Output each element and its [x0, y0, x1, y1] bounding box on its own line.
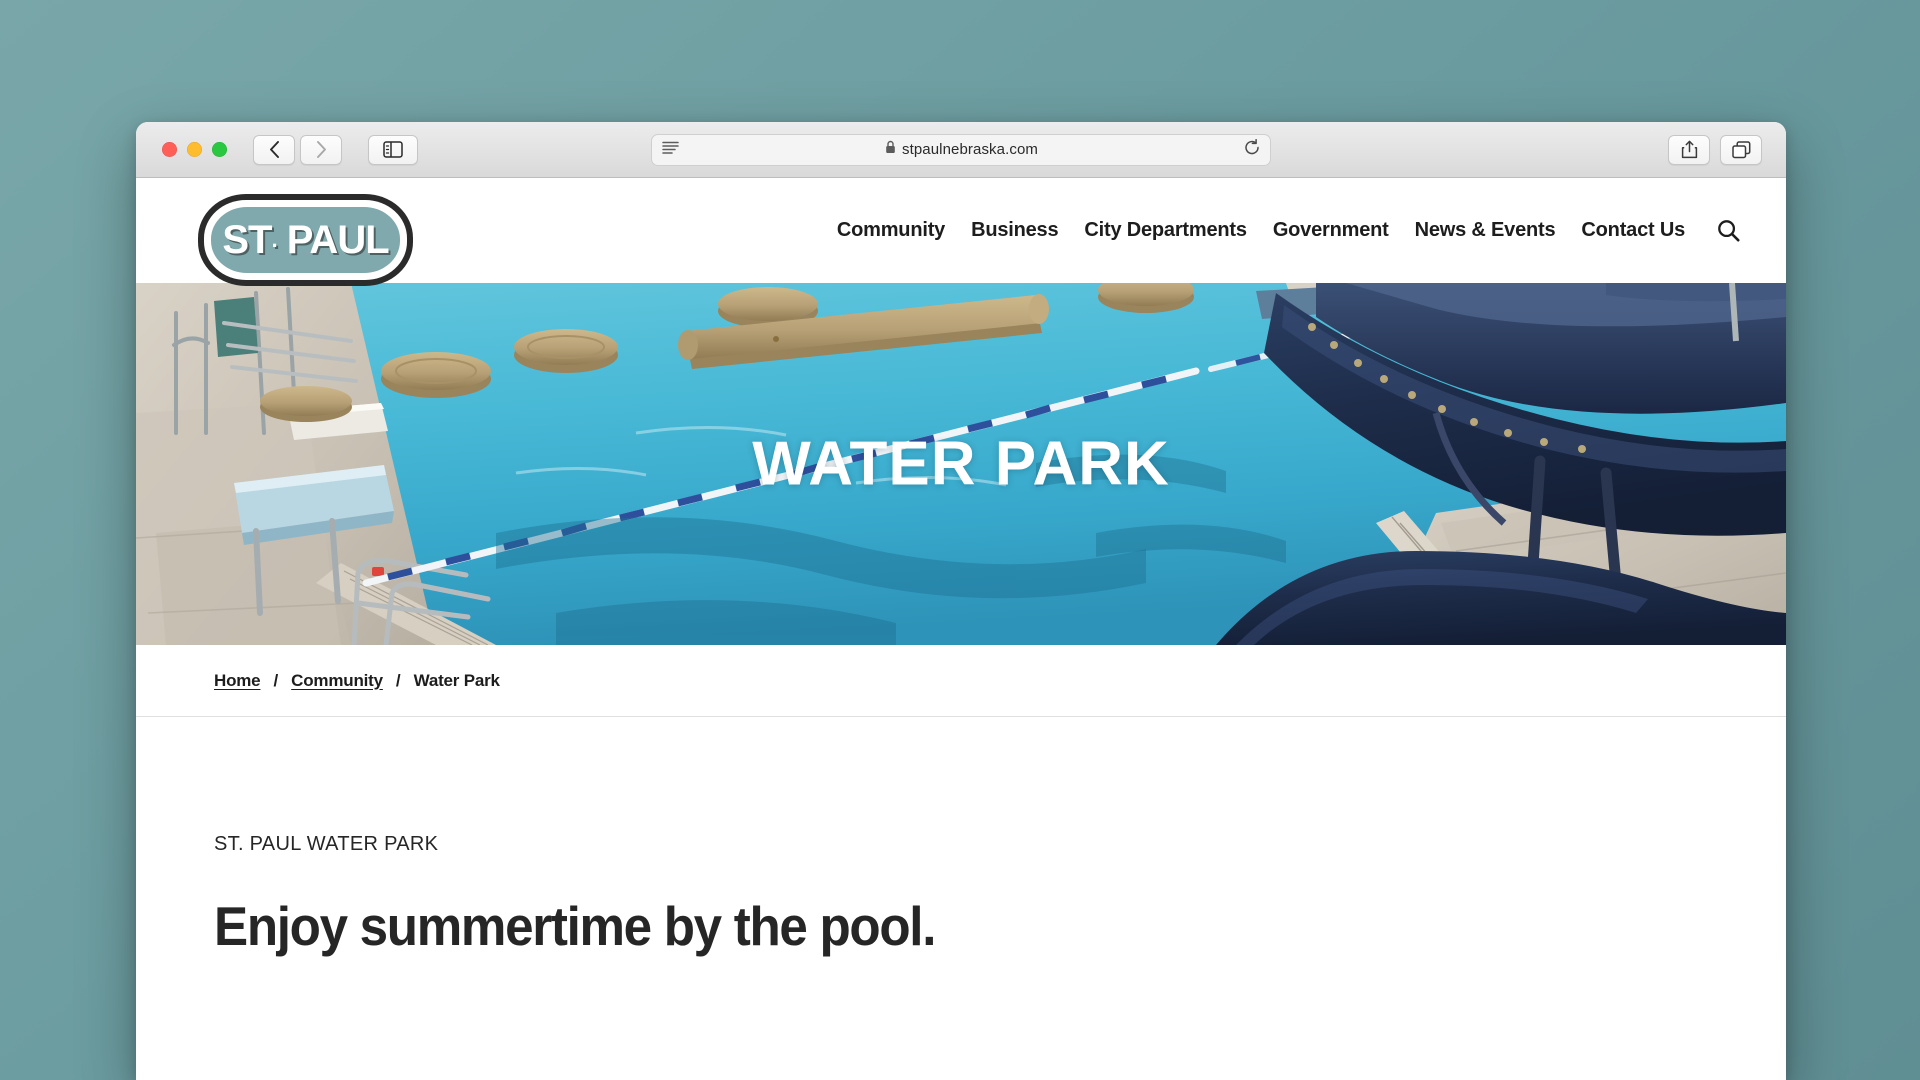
maximize-window-button[interactable]	[212, 142, 227, 157]
chevron-left-icon	[269, 141, 279, 158]
reload-icon[interactable]	[1244, 138, 1260, 161]
hero-title: WATER PARK	[752, 429, 1170, 499]
url-text[interactable]: stpaulnebraska.com	[902, 141, 1038, 158]
nav-item-government[interactable]: Government	[1273, 219, 1389, 242]
browser-toolbar: stpaulnebraska.com	[136, 122, 1786, 178]
page-headline: Enjoy summertime by the pool.	[214, 895, 936, 957]
tabs-icon	[1731, 140, 1750, 158]
search-icon[interactable]	[1717, 219, 1740, 242]
lock-icon	[885, 140, 896, 159]
breadcrumb-item-community[interactable]: Community	[291, 671, 383, 691]
nav-item-contact-us[interactable]: Contact Us	[1581, 219, 1685, 242]
reader-view-icon[interactable]	[662, 141, 679, 159]
address-bar[interactable]: stpaulnebraska.com	[651, 133, 1271, 166]
site-logo[interactable]: ST. PAUL	[198, 194, 413, 286]
hero-banner: WATER PARK	[136, 283, 1786, 645]
nav-item-city-departments[interactable]: City Departments	[1084, 219, 1247, 242]
toolbar-right-buttons	[1668, 134, 1762, 165]
breadcrumb-separator: /	[273, 670, 279, 690]
nav-item-news-events[interactable]: News & Events	[1415, 219, 1556, 242]
browser-window: stpaulnebraska.com ST . PAUL Community B…	[136, 122, 1786, 1080]
breadcrumb-item-current: Water Park	[413, 670, 500, 690]
breadcrumb-separator: /	[395, 670, 401, 690]
share-button[interactable]	[1668, 134, 1710, 165]
sidebar-icon	[383, 141, 403, 158]
main-navigation: Community Business City Departments Gove…	[837, 219, 1740, 242]
share-icon	[1681, 140, 1697, 159]
navigation-buttons	[253, 134, 342, 165]
section-eyebrow: ST. PAUL WATER PARK	[214, 833, 439, 855]
traffic-lights	[162, 142, 227, 157]
logo-text: ST. PAUL	[222, 217, 389, 262]
main-content: ST. PAUL WATER PARK Enjoy summertime by …	[136, 717, 1786, 958]
nav-item-business[interactable]: Business	[971, 219, 1059, 242]
toggle-sidebar-button[interactable]	[368, 134, 418, 165]
close-window-button[interactable]	[162, 142, 177, 157]
tab-overview-button[interactable]	[1720, 134, 1762, 165]
site-header: ST. PAUL Community Business City Departm…	[136, 178, 1786, 286]
back-button[interactable]	[253, 134, 295, 165]
nav-item-community[interactable]: Community	[837, 219, 945, 242]
minimize-window-button[interactable]	[187, 142, 202, 157]
chevron-right-icon	[316, 141, 326, 158]
breadcrumb-item-home[interactable]: Home	[214, 671, 261, 691]
forward-button[interactable]	[300, 134, 342, 165]
breadcrumb: Home / Community / Water Park	[136, 645, 1786, 717]
